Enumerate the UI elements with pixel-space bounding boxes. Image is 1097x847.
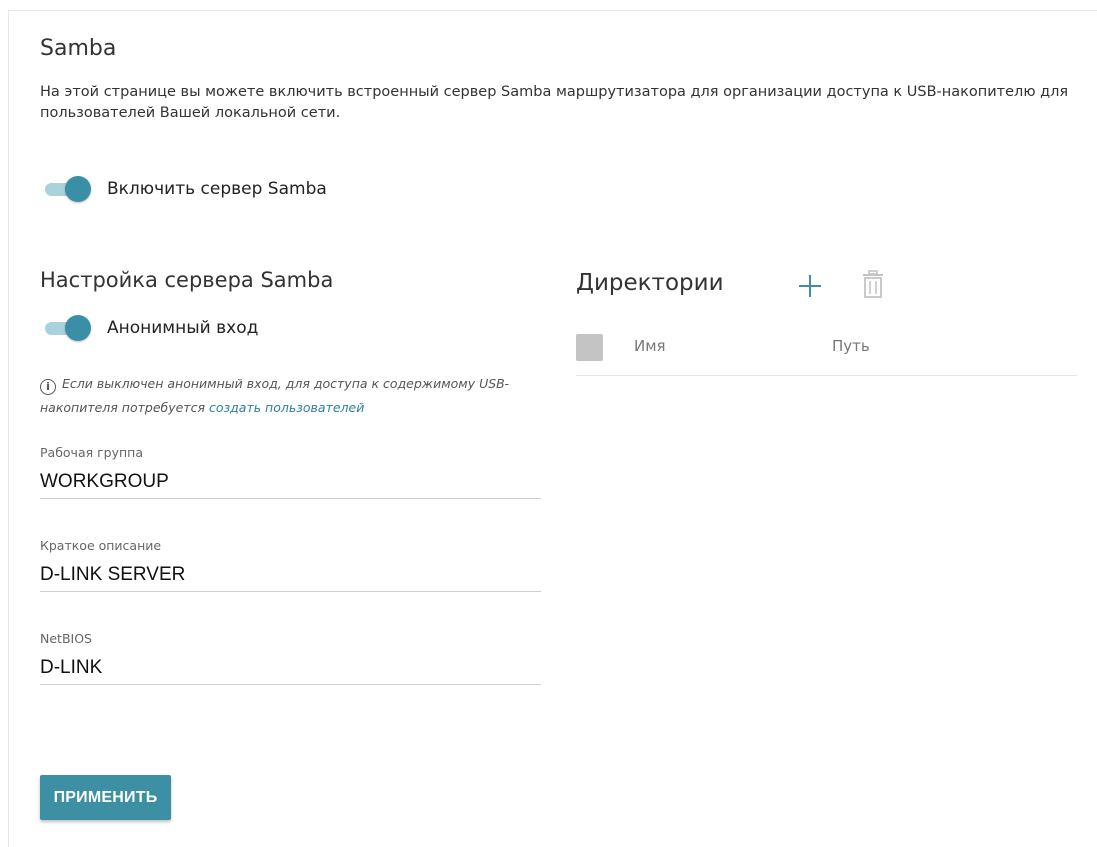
samba-settings-title: Настройка сервера Samba [40, 268, 334, 292]
column-header-name: Имя [634, 337, 666, 355]
create-users-link[interactable]: создать пользователей [209, 400, 364, 415]
anonymous-login-label: Анонимный вход [107, 318, 259, 338]
samba-server-toggle-label: Включить сервер Samba [107, 179, 327, 199]
anonymous-toggle-row: Анонимный вход [41, 315, 258, 341]
toggle-knob [65, 176, 91, 202]
anonymous-note: i Если выключен анонимный вход, для досту… [40, 372, 550, 420]
workgroup-input[interactable]: WORKGROUP [40, 465, 541, 498]
netbios-field[interactable]: NetBIOS D-LINK [40, 631, 541, 685]
content-panel [8, 10, 1097, 847]
directories-title: Директории [576, 270, 724, 296]
directories-table-header: Имя Путь [576, 332, 1077, 376]
description-input[interactable]: D-LINK SERVER [40, 558, 541, 591]
description-label: Краткое описание [40, 538, 162, 553]
description-field[interactable]: Краткое описание D-LINK SERVER [40, 538, 541, 592]
plus-icon[interactable] [796, 272, 824, 300]
select-all-checkbox[interactable] [576, 334, 603, 361]
page-title: Samba [40, 36, 117, 61]
samba-toggle-row: Включить сервер Samba [41, 176, 327, 202]
trash-icon[interactable] [861, 270, 885, 300]
workgroup-field[interactable]: Рабочая группа WORKGROUP [40, 445, 541, 499]
toggle-knob [65, 315, 91, 341]
column-header-path: Путь [832, 337, 870, 355]
anonymous-login-toggle[interactable] [41, 315, 91, 341]
workgroup-label: Рабочая группа [40, 445, 143, 460]
info-icon: i [40, 378, 56, 395]
samba-server-toggle[interactable] [41, 176, 91, 202]
apply-button[interactable]: ПРИМЕНИТЬ [40, 775, 171, 820]
page-description: На этой странице вы можете включить встр… [40, 84, 1069, 121]
netbios-input[interactable]: D-LINK [40, 651, 541, 684]
netbios-label: NetBIOS [40, 631, 92, 646]
